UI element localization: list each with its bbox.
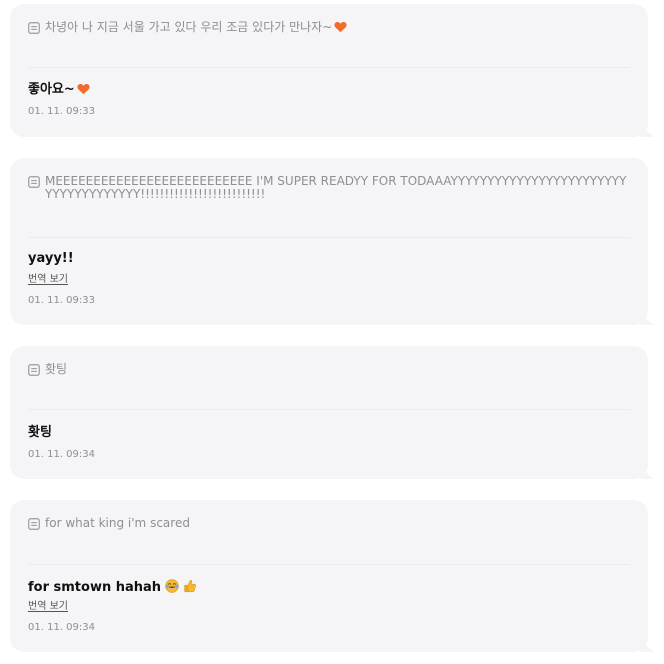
quoted-message: 차녕아 나 지금 서울 가고 있다 우리 조금 있다가 만나자~ <box>28 21 630 34</box>
document-lines-icon <box>28 22 40 34</box>
divider <box>28 409 630 410</box>
thumbs-up-emoji-icon <box>184 580 196 593</box>
message-card[interactable]: MEEEEEEEEEEEEEEEEEEEEEEEEEE I'M SUPER RE… <box>10 158 648 325</box>
reply-text: yayy!! <box>28 251 74 266</box>
orange-heart-icon <box>77 83 90 95</box>
quoted-message-text: MEEEEEEEEEEEEEEEEEEEEEEEEEE I'M SUPER RE… <box>45 174 627 201</box>
timestamp: 01. 11. 09:33 <box>28 295 95 306</box>
translate-link[interactable]: 번역 보기 <box>28 274 68 286</box>
orange-heart-icon <box>334 21 347 33</box>
timestamp: 01. 11. 09:34 <box>28 449 95 460</box>
reply-text: 좋아요~ <box>28 82 75 97</box>
quoted-message: 홧팅 <box>28 363 630 376</box>
reply-text: 홧팅 <box>28 425 52 440</box>
divider <box>28 564 630 565</box>
quoted-message-text: for what king i'm scared <box>45 516 190 530</box>
timestamp: 01. 11. 09:34 <box>28 622 95 633</box>
quoted-message-text: 차녕아 나 지금 서울 가고 있다 우리 조금 있다가 만나자~ <box>45 20 333 34</box>
translate-link[interactable]: 번역 보기 <box>28 601 68 613</box>
reply-message: for smtown hahah <box>28 579 197 596</box>
message-card[interactable]: for what king i'm scared for smtown haha… <box>10 500 648 652</box>
tears-of-joy-emoji-icon <box>165 579 179 593</box>
quoted-message-text: 홧팅 <box>45 362 68 376</box>
divider <box>28 67 630 68</box>
reply-text: for smtown hahah <box>28 580 162 595</box>
message-card[interactable]: 차녕아 나 지금 서울 가고 있다 우리 조금 있다가 만나자~ 좋아요~ 01… <box>10 4 648 137</box>
message-feed: 차녕아 나 지금 서울 가고 있다 우리 조금 있다가 만나자~ 좋아요~ 01… <box>0 0 664 664</box>
reply-message: 좋아요~ <box>28 82 90 98</box>
document-lines-icon <box>28 176 40 188</box>
divider <box>28 237 630 238</box>
document-lines-icon <box>28 364 40 376</box>
document-lines-icon <box>28 518 40 530</box>
quoted-message: for what king i'm scared <box>28 517 630 530</box>
timestamp: 01. 11. 09:33 <box>28 106 95 117</box>
message-card[interactable]: 홧팅 홧팅 01. 11. 09:34 <box>10 346 648 479</box>
quoted-message: MEEEEEEEEEEEEEEEEEEEEEEEEEE I'M SUPER RE… <box>28 175 630 201</box>
